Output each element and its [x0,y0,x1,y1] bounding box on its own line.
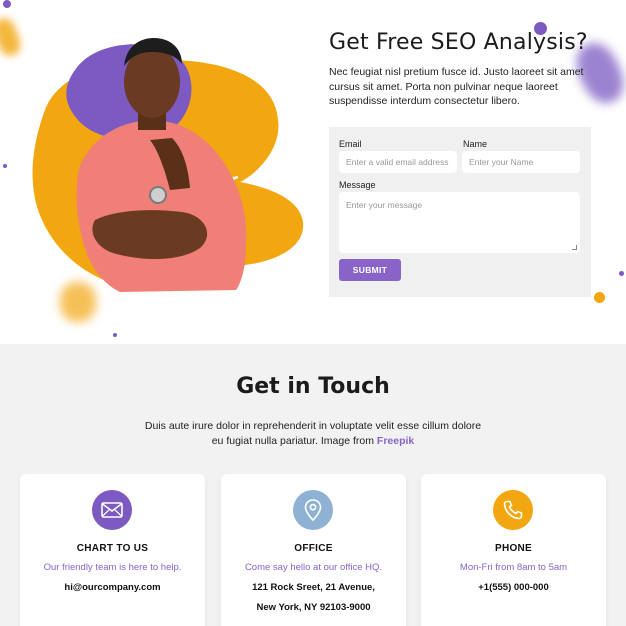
envelope-icon [92,490,132,530]
hero-description: Nec feugiat nisl pretium fusce id. Justo… [329,66,584,107]
card-subtitle: Come say hello at our office HQ. [244,562,383,573]
card-subtitle: Mon-Fri from 8am to 5am [459,562,568,573]
card-title: PHONE [494,543,533,554]
hero-text-block: Get Free SEO Analysis? Nec feugiat nisl … [329,30,599,109]
seo-analysis-form: Email Enter a valid email address Name E… [329,127,591,297]
message-label: Message [339,180,376,190]
contact-card-phone: PHONE Mon-Fri from 8am to 5am +1(555) 00… [421,474,606,626]
message-placeholder: Enter your message [346,200,423,210]
card-subtitle: Our friendly team is here to help. [43,562,182,573]
get-in-touch-section: Get in Touch Duis aute irure dolor in re… [0,344,626,626]
resize-handle-icon[interactable] [572,245,577,250]
hero-title: Get Free SEO Analysis? [329,30,588,55]
card-title: CHART TO US [76,543,149,554]
phone-number-link[interactable]: +1(555) 000-000 [421,582,606,593]
decorative-dot [594,292,605,303]
email-label: Email [339,139,362,149]
hero-illustration [32,38,304,292]
section-title: Get in Touch [236,374,390,399]
contact-card-chat: CHART TO US Our friendly team is here to… [20,474,205,626]
card-title: OFFICE [294,543,333,554]
freepik-link[interactable]: Freepik [377,435,414,447]
location-pin-icon [293,490,333,530]
phone-icon [493,490,533,530]
name-field[interactable]: Enter your Name [462,151,580,173]
email-address-link[interactable]: hi@ourcompany.com [20,582,205,593]
address-line-1: 121 Rock Sreet, 21 Avenue, [252,582,375,593]
address-line-2: New York, NY 92103-9000 [256,602,371,613]
seo-analysis-section: Get Free SEO Analysis? Nec feugiat nisl … [0,0,626,344]
submit-button[interactable]: SUBMIT [339,259,401,281]
message-textarea[interactable]: Enter your message [339,192,580,253]
name-label: Name [463,139,488,149]
section-description-text: Duis aute irure dolor in reprehenderit i… [144,420,482,447]
contact-card-office: OFFICE Come say hello at our office HQ. … [221,474,406,626]
decorative-dot [619,271,624,276]
email-field[interactable]: Enter a valid email address [339,151,457,173]
section-description: Duis aute irure dolor in reprehenderit i… [138,419,488,448]
